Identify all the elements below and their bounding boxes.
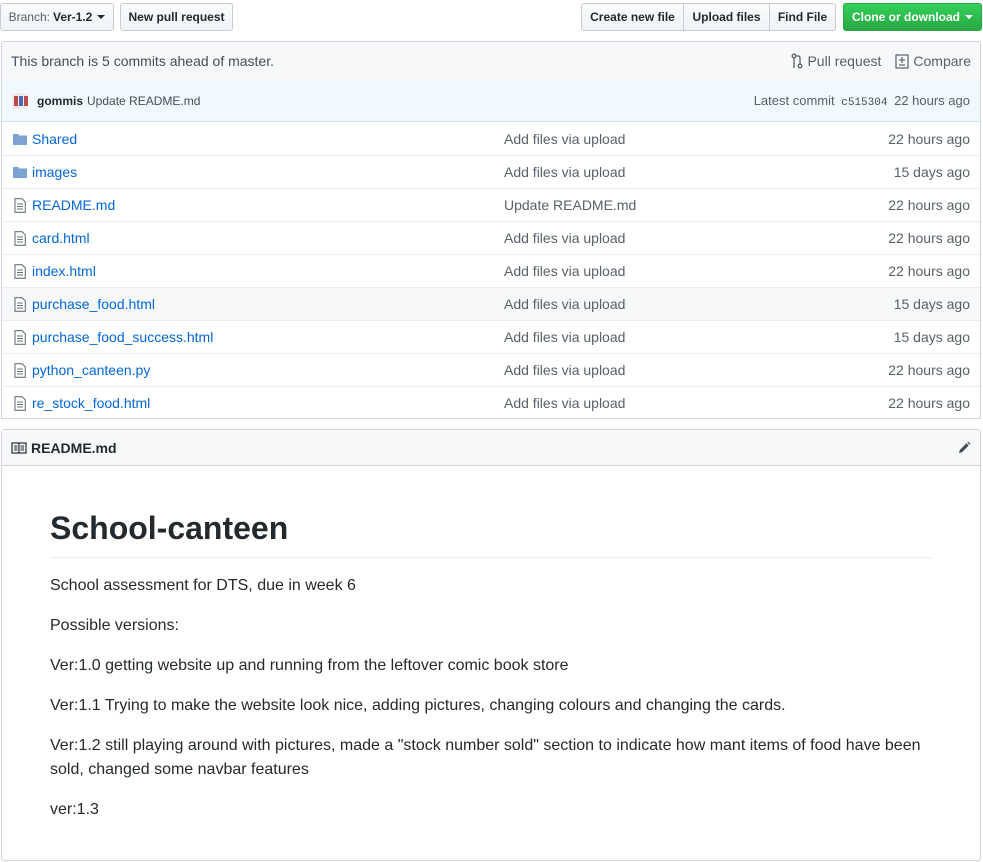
file-name-link[interactable]: purchase_food_success.html — [32, 329, 504, 345]
new-pull-request-button[interactable]: New pull request — [120, 3, 233, 31]
file-icon-wrap — [12, 395, 28, 411]
file-icon — [14, 362, 26, 378]
file-icon — [14, 395, 26, 411]
file-list: Shared Add files via upload 22 hours ago im… — [2, 122, 980, 419]
file-icon — [14, 263, 26, 279]
file-icon-wrap — [12, 296, 28, 312]
file-name-link[interactable]: python_canteen.py — [32, 362, 504, 378]
edit-readme-button[interactable] — [957, 441, 971, 455]
file-row[interactable]: index.html Add files via upload 22 hours a… — [2, 254, 980, 287]
readme-paragraph: ver:1.3 — [50, 801, 99, 818]
file-icon-wrap — [12, 329, 28, 345]
file-name-link[interactable]: index.html — [32, 263, 504, 279]
clone-or-download-button[interactable]: Clone or download — [843, 3, 982, 31]
create-new-file-button[interactable]: Create new file — [581, 3, 684, 31]
clone-label: Clone or download — [852, 10, 960, 24]
compare-icon — [895, 54, 910, 69]
readme-content: School-canteen School assessment for DTS… — [2, 508, 980, 822]
readme-title: School-canteen — [50, 508, 932, 558]
file-row[interactable]: re_stock_food.html Add files via upload 22… — [2, 386, 980, 419]
file-row[interactable]: README.md Update README.md 22 hours ago — [2, 188, 980, 221]
commit-age: 22 hours ago — [894, 92, 970, 108]
file-name-link[interactable]: Shared — [32, 131, 504, 147]
file-icon-wrap — [12, 230, 28, 246]
file-icon-wrap — [12, 362, 28, 378]
file-row[interactable]: images Add files via upload 15 days ago — [2, 155, 980, 188]
file-commit-message-link[interactable]: Add files via upload — [504, 395, 804, 411]
file-age: 22 hours ago — [888, 197, 970, 213]
folder-icon-wrap — [12, 164, 28, 180]
file-icon — [14, 329, 26, 345]
file-icon — [14, 197, 26, 213]
branch-prefix: Branch: — [8, 10, 50, 24]
folder-icon — [13, 167, 27, 178]
readme-paragraph: Ver:1.1 Trying to make the website look … — [50, 697, 786, 714]
file-icon — [14, 230, 26, 246]
commit-message-link[interactable]: Update README.md — [87, 94, 200, 108]
pull-request-label: Pull request — [807, 53, 882, 69]
file-commit-message-link[interactable]: Add files via upload — [504, 263, 804, 279]
readme-paragraph: Ver:1.2 still playing around with pictur… — [50, 737, 921, 778]
branch-actions: Pull request Compare — [791, 53, 971, 69]
file-row[interactable]: python_canteen.py Add files via upload 22 … — [2, 353, 980, 386]
file-commit-message-link[interactable]: Update README.md — [504, 197, 804, 213]
upload-files-button[interactable]: Upload files — [684, 3, 770, 31]
latest-commit-label: Latest commit — [753, 92, 835, 108]
compare-label: Compare — [913, 53, 971, 69]
latest-commit-info: Latest commit c515304 22 hours ago — [754, 93, 970, 109]
repo-toolbar: Branch: Ver-1.2 New pull request Create … — [0, 3, 983, 31]
file-age: 22 hours ago — [888, 230, 970, 246]
folder-icon-wrap — [12, 131, 28, 147]
file-row[interactable]: Shared Add files via upload 22 hours ago — [2, 122, 980, 155]
avatar[interactable] — [12, 92, 28, 109]
readme-paragraph: Possible versions: — [50, 617, 179, 634]
file-row[interactable]: card.html Add files via upload 22 hours ag… — [2, 221, 980, 254]
readme-panel: README.md School-canteen School assessme… — [1, 429, 981, 861]
file-commit-message-link[interactable]: Add files via upload — [504, 329, 804, 345]
file-age: 22 hours ago — [888, 130, 970, 147]
file-icon — [14, 296, 26, 312]
folder-icon — [13, 133, 27, 145]
file-row[interactable]: purchase_food.html Add files via upload 15… — [2, 287, 980, 320]
file-commit-message-link[interactable]: Add files via upload — [504, 230, 804, 246]
commit-author-link[interactable]: gommis — [37, 94, 83, 108]
file-icon-wrap — [12, 197, 28, 213]
file-name-link[interactable]: images — [32, 164, 504, 180]
latest-commit-bar: gommis Update README.md Latest commit c5… — [2, 80, 980, 122]
commit-sha-link[interactable]: c515304 — [841, 97, 887, 109]
readme-paragraph: Ver:1.0 getting website up and running f… — [50, 657, 569, 674]
pull-request-link[interactable]: Pull request — [791, 53, 881, 69]
file-icon-wrap — [12, 263, 28, 279]
compare-link[interactable]: Compare — [895, 53, 971, 69]
branch-info-bar: This branch is 5 commits ahead of master… — [1, 41, 981, 81]
file-name-link[interactable]: purchase_food.html — [32, 296, 504, 312]
file-age: 22 hours ago — [888, 395, 970, 411]
branch-status-text: This branch is 5 commits ahead of master… — [11, 53, 274, 69]
readme-filename: README.md — [31, 439, 117, 456]
file-age: 22 hours ago — [888, 263, 970, 279]
pencil-icon — [959, 441, 971, 453]
file-table: gommis Update README.md Latest commit c5… — [1, 80, 981, 419]
file-name-link[interactable]: README.md — [32, 197, 504, 213]
book-icon — [11, 441, 27, 454]
file-name-link[interactable]: card.html — [32, 230, 504, 246]
chevron-down-icon — [97, 15, 106, 19]
file-commit-message-link[interactable]: Add files via upload — [504, 164, 804, 180]
pull-request-icon — [792, 53, 803, 69]
file-commit-message-link[interactable]: Add files via upload — [504, 362, 804, 378]
file-age: 15 days ago — [893, 296, 970, 312]
file-age: 15 days ago — [893, 329, 970, 345]
file-commit-message-link[interactable]: Add files via upload — [504, 131, 804, 147]
branch-select-button[interactable]: Branch: Ver-1.2 — [0, 3, 114, 31]
chevron-down-icon — [965, 15, 973, 19]
find-file-button[interactable]: Find File — [770, 3, 836, 31]
file-age: 15 days ago — [893, 164, 970, 180]
branch-name: Ver-1.2 — [52, 10, 93, 24]
file-age: 22 hours ago — [888, 362, 970, 378]
file-row[interactable]: purchase_food_success.html Add files via … — [2, 320, 980, 353]
file-commit-message-link[interactable]: Add files via upload — [504, 296, 804, 312]
readme-paragraph: School assessment for DTS, due in week 6 — [50, 577, 356, 594]
readme-header: README.md — [2, 430, 980, 466]
file-name-link[interactable]: re_stock_food.html — [32, 395, 504, 411]
